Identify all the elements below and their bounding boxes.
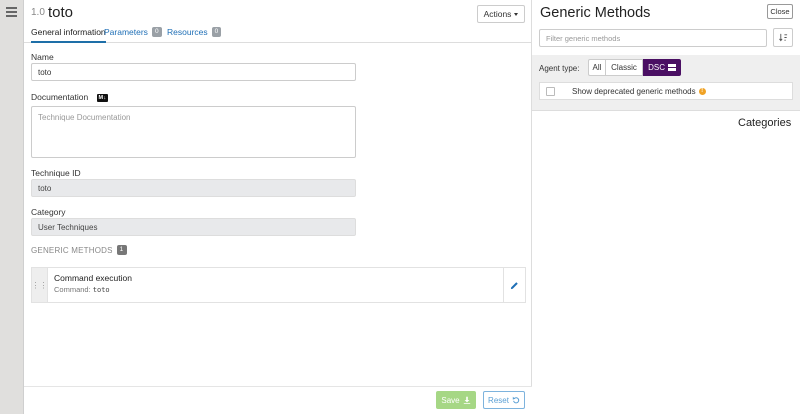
category-field[interactable]: User Techniques (31, 218, 356, 236)
sort-button[interactable] (773, 28, 793, 47)
deprecated-label-wrap: Show deprecated generic methods ! (572, 87, 706, 96)
pencil-icon (510, 281, 518, 289)
editor-tabs: General information Parameters 0 Resourc… (24, 27, 532, 43)
markdown-icon: M↓ (96, 93, 109, 102)
technique-version: 1.0 (31, 7, 45, 18)
tab-label: Parameters (104, 27, 148, 37)
technique-id-field: toto (31, 179, 356, 197)
name-label: Name (31, 52, 54, 62)
agent-type-label: Agent type: (539, 64, 580, 73)
generic-methods-panel: Generic Methods Close Filter generic met… (532, 0, 800, 414)
download-icon (463, 396, 470, 404)
save-label: Save (441, 395, 460, 405)
tab-count-badge: 0 (211, 27, 222, 37)
generic-methods-heading: GENERIC METHODS 1 (31, 245, 127, 255)
categories-title: Categories (738, 117, 792, 129)
tab-resources[interactable]: Resources 0 (167, 27, 222, 43)
agent-type-dsc-label: DSC (648, 63, 666, 72)
deprecated-toggle-row: Show deprecated generic methods ! (539, 82, 793, 100)
actions-label: Actions (483, 9, 512, 19)
deprecated-checkbox[interactable] (546, 86, 555, 96)
tab-count-badge: 0 (151, 27, 162, 37)
documentation-textarea[interactable]: Technique Documentation (31, 106, 356, 158)
category-label: Category (31, 207, 66, 217)
filter-input[interactable]: Filter generic methods (539, 29, 767, 47)
save-button[interactable]: Save (436, 391, 476, 409)
panel-title: Generic Methods (540, 5, 651, 21)
method-detail-label: Command: (54, 285, 91, 294)
sort-icon (778, 33, 787, 42)
undo-icon (512, 396, 520, 404)
name-input[interactable]: toto (31, 63, 356, 81)
agent-type-all[interactable]: All (588, 59, 606, 76)
tab-label: Resources (167, 27, 208, 37)
agent-type-dsc[interactable]: DSC (643, 59, 681, 76)
agent-type-classic[interactable]: Classic (605, 59, 643, 76)
app-sidebar (0, 0, 24, 414)
technique-editor: 1.0 toto Actions General information Par… (24, 0, 532, 414)
tab-general-information[interactable]: General information (31, 27, 106, 43)
method-detail-value: toto (92, 286, 110, 294)
hamburger-icon[interactable] (6, 7, 17, 17)
tab-parameters[interactable]: Parameters 0 (104, 27, 162, 43)
reset-button[interactable]: Reset (483, 391, 525, 409)
tab-label: General information (31, 27, 106, 37)
documentation-label-row: Documentation M↓ (31, 92, 109, 102)
close-button[interactable]: Close (767, 4, 793, 19)
method-name: Command execution (54, 273, 132, 283)
actions-button[interactable]: Actions (477, 5, 525, 23)
technique-id-label: Technique ID (31, 168, 81, 178)
info-icon[interactable]: ! (698, 87, 706, 95)
methods-count-badge: 1 (116, 245, 127, 255)
section-title: GENERIC METHODS (31, 245, 113, 255)
deprecated-label: Show deprecated generic methods (572, 86, 696, 96)
technique-title: toto (48, 4, 74, 21)
editor-footer: Save Reset (24, 386, 532, 414)
reset-label: Reset (488, 395, 509, 405)
documentation-label: Documentation (31, 92, 89, 102)
caret-down-icon (514, 12, 519, 16)
edit-method-button[interactable] (503, 268, 525, 302)
drag-handle-icon[interactable]: ⋮⋮ (32, 268, 48, 302)
method-detail: Command: toto (54, 285, 110, 294)
method-item[interactable]: ⋮⋮ Command execution Command: toto (31, 267, 526, 303)
windows-icon (668, 64, 676, 71)
